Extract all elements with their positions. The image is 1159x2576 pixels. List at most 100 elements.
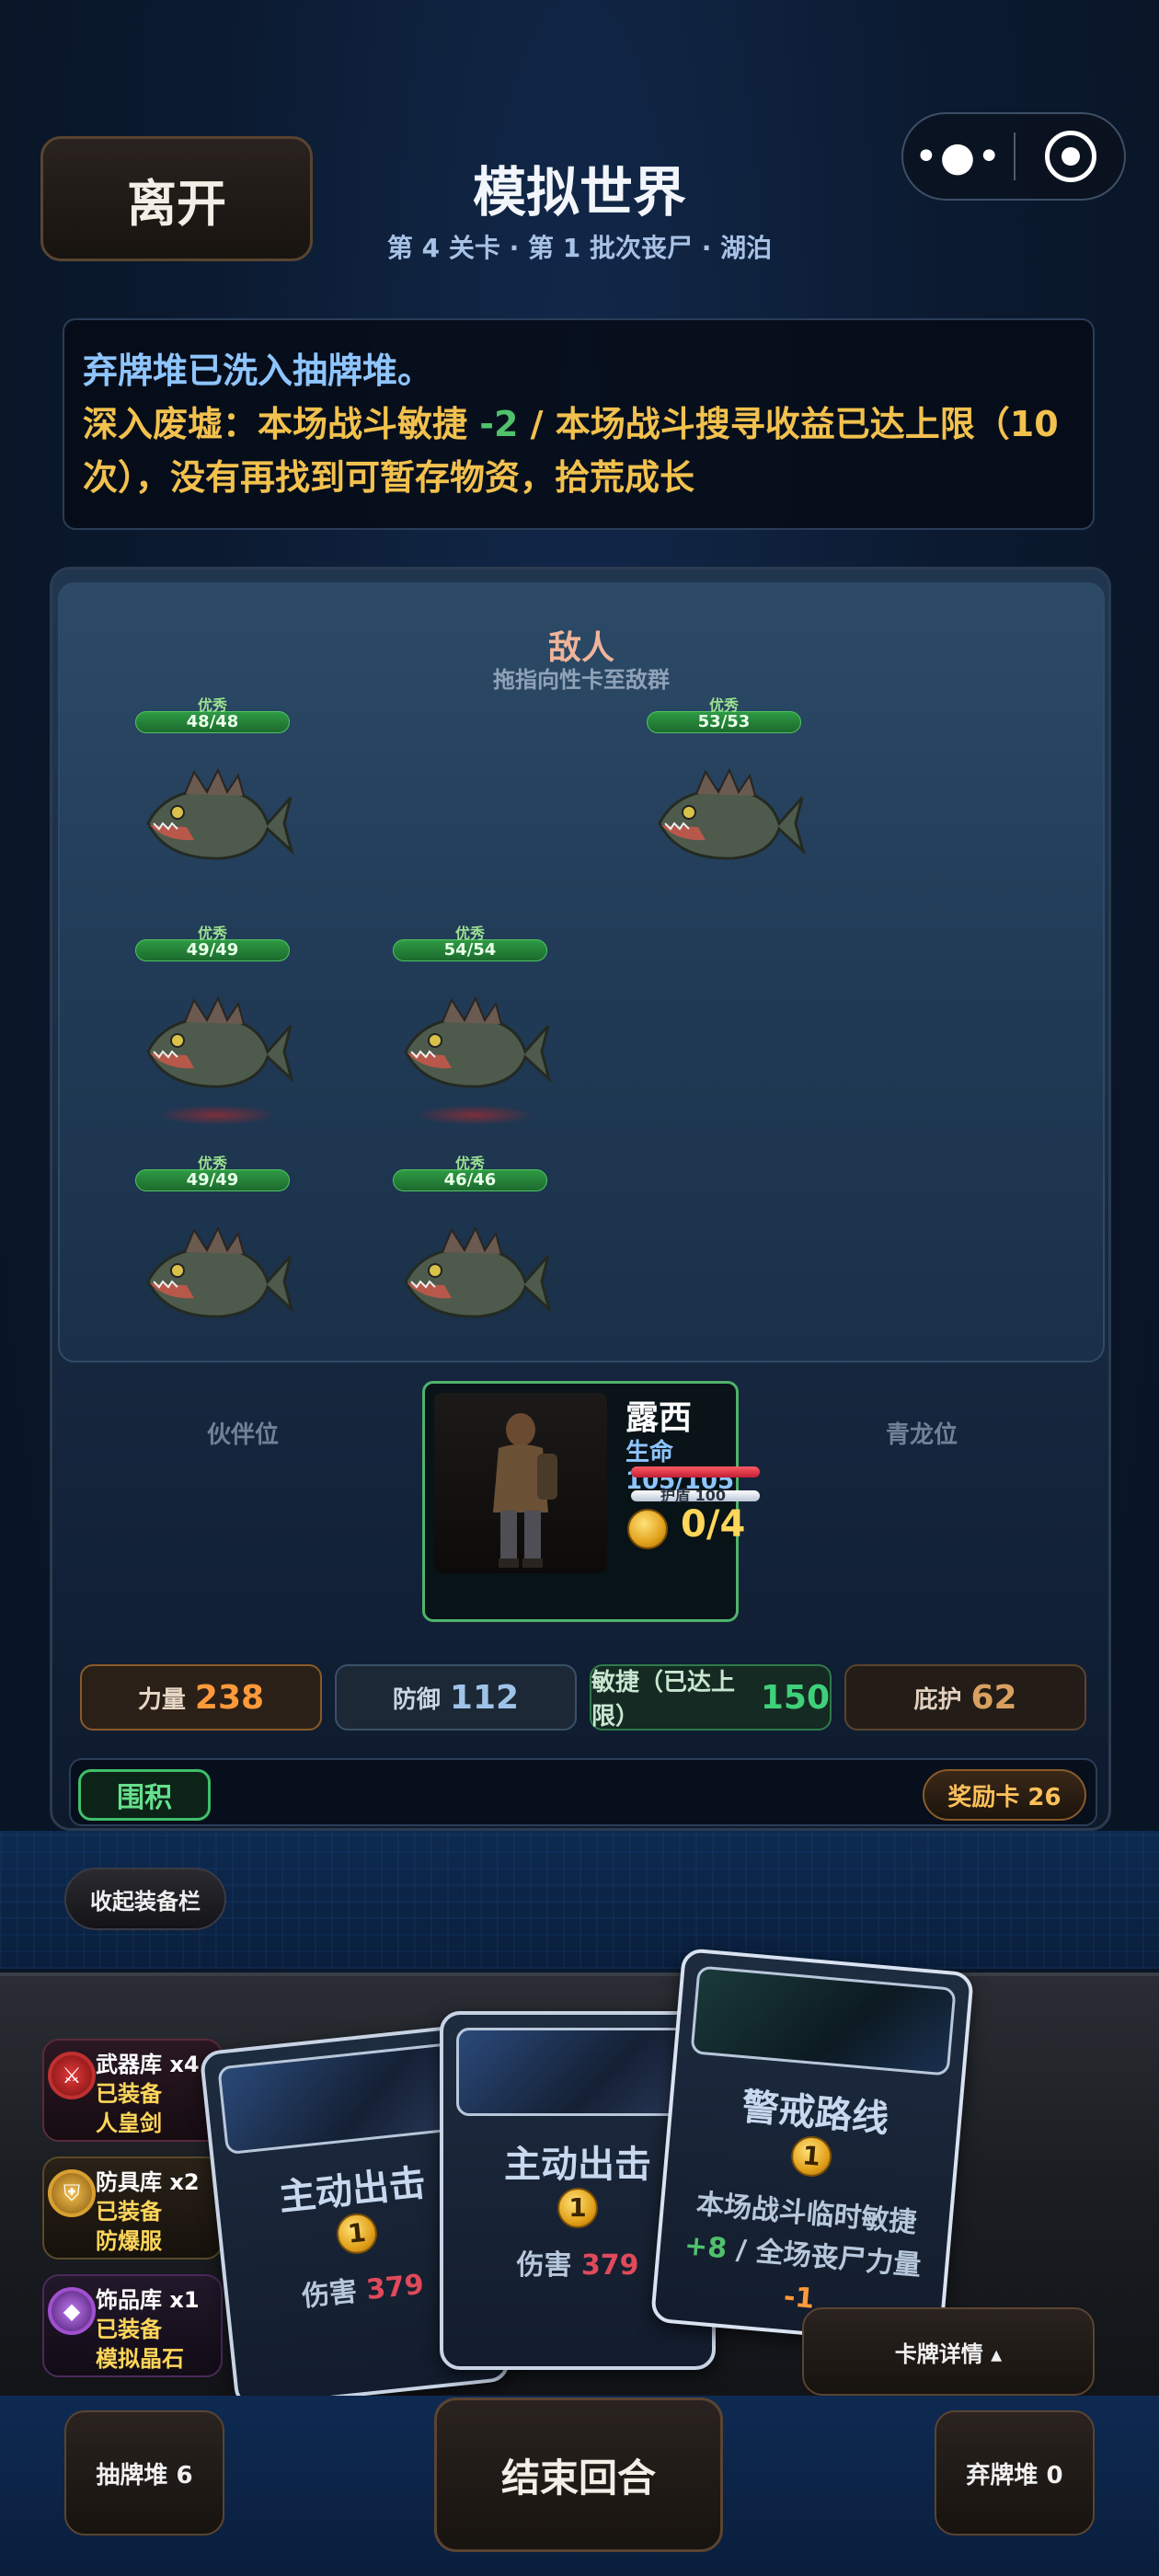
stat-agility: 敏捷（已达上限） 150 <box>590 1664 832 1731</box>
dragon-slot-label[interactable]: 青龙位 <box>886 1416 958 1450</box>
stat-value: 112 <box>449 1678 520 1717</box>
equipment-item: 模拟晶石 <box>96 2346 184 2372</box>
encircle-button[interactable]: 围积 <box>78 1769 211 1821</box>
stat-value: 238 <box>194 1678 265 1717</box>
log-line-2: 深入废墟：本场战斗敏捷 -2 / 本场战斗搜寻收益已达上限（10次），没有再找到… <box>83 397 1074 504</box>
more-dots-icon[interactable]: •●• <box>903 133 1014 180</box>
enemy-zone-hint: 拖指向性卡至敌群 <box>493 667 670 693</box>
collapse-equipment-button[interactable]: 收起装备栏 <box>64 1868 226 1930</box>
target-icon[interactable] <box>1045 131 1096 182</box>
discard-pile-button[interactable]: 弃牌堆 0 <box>935 2410 1095 2536</box>
enemy-piranha[interactable]: 优秀 49/49 <box>130 1151 295 1363</box>
equipment-text: 武器库 x4 已装备人皇剑 <box>96 2050 200 2138</box>
battle-log: 弃牌堆已洗入抽牌堆。 深入废墟：本场战斗敏捷 -2 / 本场战斗搜寻收益已达上限… <box>63 318 1095 530</box>
partner-slot-label[interactable]: 伙伴位 <box>207 1416 279 1450</box>
equipment-name: 武器库 x4 <box>96 2052 200 2077</box>
card-agility-bonus: +8 <box>683 2229 729 2266</box>
hero-card[interactable]: 露西 生命 105/105 护盾 100 0/4 <box>422 1381 760 1622</box>
equipment-item: 人皇剑 <box>96 2110 162 2136</box>
stat-label: 力量 <box>137 1685 186 1714</box>
piranha-sprite <box>146 767 294 860</box>
card-damage-value: 379 <box>364 2268 426 2307</box>
log-line-1: 弃牌堆已洗入抽牌堆。 <box>83 351 433 391</box>
survivor-figure <box>493 1413 557 1568</box>
stat-value: 62 <box>970 1678 1017 1717</box>
enemy-hp-bar: 54/54 <box>393 939 547 961</box>
enemy-zone[interactable]: 敌人 拖指向性卡至敌群 优秀 48/48 优秀 53/53 优秀 49/49 优… <box>58 582 1105 1363</box>
hand-card-selected[interactable]: 警戒路线 1 本场战斗临时敏捷 +8 / 全场丧尸力量 -1 <box>649 1947 975 2348</box>
equipment-accessory[interactable]: ◆ 饰品库 x1 已装备模拟晶石 <box>42 2274 223 2377</box>
hero-life-bar <box>631 1466 760 1478</box>
reward-cards-button[interactable]: 奖励卡 26 <box>923 1769 1086 1821</box>
equipment-name: 防具库 x2 <box>96 2169 200 2195</box>
enemy-piranha[interactable]: 优秀 53/53 <box>641 693 807 904</box>
card-cost: 1 <box>557 2188 598 2228</box>
stat-value: 150 <box>760 1678 830 1717</box>
enemy-rank: 优秀 <box>197 925 227 942</box>
enemy-hp-bar: 46/46 <box>393 1169 547 1191</box>
piranha-sprite <box>404 995 552 1088</box>
stat-label: 敏捷（已达上限） <box>591 1669 736 1731</box>
card-desc-label: 伤害 <box>300 2274 369 2314</box>
card-details-button[interactable]: 卡牌详情 ▴ <box>802 2307 1095 2396</box>
equipment-name: 饰品库 x1 <box>96 2287 200 2313</box>
leave-button[interactable]: 离开 <box>40 136 313 261</box>
enemy-piranha[interactable]: 优秀 46/46 <box>387 1151 553 1363</box>
card-desc-text: 本场战斗临时敏捷 <box>694 2188 918 2240</box>
stats-bar: 力量 238 防御 112 敏捷（已达上限） 150 庇护 62 <box>80 1664 1086 1731</box>
mini-program-capsule: •●• <box>901 112 1126 201</box>
stat-label: 防御 <box>392 1685 441 1714</box>
enemy-rank: 优秀 <box>454 1155 485 1172</box>
stat-defense: 防御 112 <box>335 1664 577 1731</box>
end-turn-button[interactable]: 结束回合 <box>434 2398 723 2552</box>
enemy-hp-bar: 49/49 <box>135 1169 290 1191</box>
equipment-text: 防具库 x2 已装备防爆服 <box>96 2168 200 2256</box>
target-shadow <box>157 1105 277 1125</box>
stat-strength: 力量 238 <box>80 1664 322 1731</box>
equipment-status: 已装备 <box>96 2081 162 2107</box>
level-subtitle: 第 4 关卡 · 第 1 批次丧尸 · 湖泊 <box>386 233 773 263</box>
equipment-text: 饰品库 x1 已装备模拟晶石 <box>96 2285 200 2374</box>
stat-label: 庇护 <box>913 1685 962 1714</box>
target-shadow <box>415 1105 534 1125</box>
enemy-piranha[interactable]: 优秀 48/48 <box>130 693 295 904</box>
log-line-2-text: 深入废墟：本场战斗敏捷 <box>83 404 480 444</box>
enemy-rank: 优秀 <box>454 925 485 942</box>
battle-bottom-strip: 围积 奖励卡 26 <box>69 1758 1097 1826</box>
gem-icon: ◆ <box>48 2287 96 2335</box>
enemy-piranha[interactable]: 优秀 49/49 <box>130 921 295 1133</box>
card-art <box>456 2028 699 2116</box>
equipment-status: 已装备 <box>96 2317 162 2342</box>
equipment-status: 已装备 <box>96 2199 162 2225</box>
piranha-sprite <box>146 995 294 1088</box>
card-desc-label: 伤害 <box>516 2249 581 2282</box>
card-art <box>217 2041 468 2156</box>
hero-name: 露西 <box>625 1399 693 1437</box>
log-agility-penalty: -2 <box>479 404 519 444</box>
stat-shelter: 庇护 62 <box>844 1664 1086 1731</box>
hero-portrait <box>434 1393 607 1573</box>
equipment-armor[interactable]: ⛨ 防具库 x2 已装备防爆服 <box>42 2156 223 2260</box>
draw-pile-button[interactable]: 抽牌堆 6 <box>64 2410 224 2536</box>
enemy-rank: 优秀 <box>708 696 739 714</box>
card-cost: 1 <box>789 2134 833 2179</box>
energy-coin-icon <box>627 1509 668 1549</box>
enemy-piranha[interactable]: 优秀 54/54 <box>387 921 553 1133</box>
enemy-rank: 优秀 <box>197 1155 227 1172</box>
card-art <box>690 1965 957 2076</box>
equipment-item: 防爆服 <box>96 2228 162 2254</box>
battle-panel: 敌人 拖指向性卡至敌群 优秀 48/48 优秀 53/53 优秀 49/49 优… <box>50 567 1111 1831</box>
piranha-sprite <box>658 767 806 860</box>
enemy-rank: 优秀 <box>197 696 227 714</box>
enemy-hp-bar: 53/53 <box>647 711 801 733</box>
capsule-divider <box>1014 132 1016 180</box>
armor-icon: ⛨ <box>48 2169 96 2217</box>
card-desc-text-2: / 全场丧尸力量 <box>725 2233 923 2283</box>
equipment-weapon[interactable]: ⚔ 武器库 x4 已装备人皇剑 <box>42 2039 223 2142</box>
sword-icon: ⚔ <box>48 2052 96 2099</box>
hero-armor: 护盾 100 <box>660 1487 726 1504</box>
page-title: 模拟世界 <box>472 161 686 224</box>
enemy-hp-bar: 48/48 <box>135 711 290 733</box>
enemy-hp-bar: 49/49 <box>135 939 290 961</box>
piranha-sprite <box>146 1225 294 1318</box>
